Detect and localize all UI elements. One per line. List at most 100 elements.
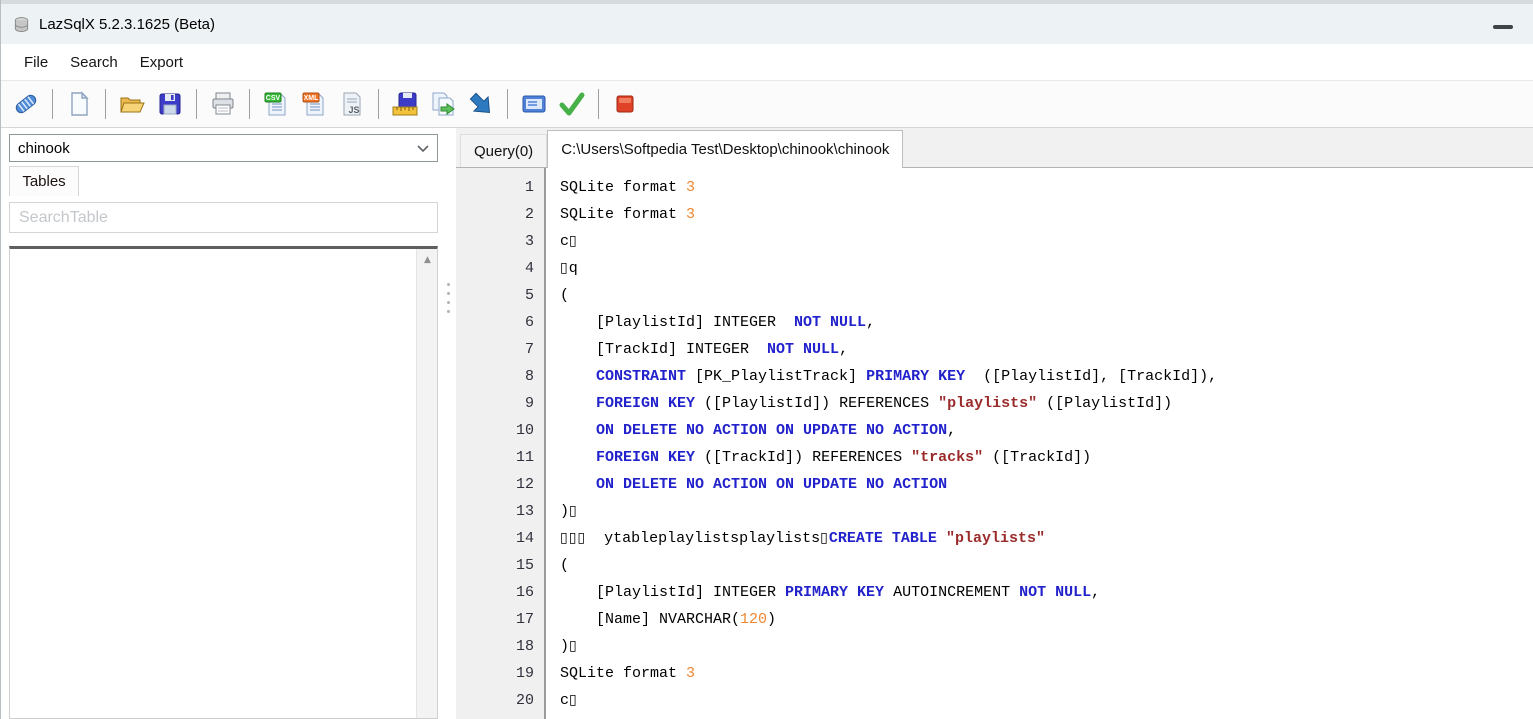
print-button[interactable] <box>207 88 239 120</box>
main-area: chinook Tables ▲ Query(0) C:\Users\Softp… <box>1 128 1533 719</box>
menubar: File Search Export <box>1 44 1533 80</box>
menu-export[interactable]: Export <box>129 50 194 75</box>
line-number: 4 <box>456 255 546 282</box>
toolbar-separator <box>378 89 379 119</box>
list-scrollbar[interactable]: ▲ <box>416 249 437 718</box>
print-icon <box>209 90 237 118</box>
execute-check-icon <box>558 90 586 118</box>
code-text: SQLite format 3 <box>546 174 695 201</box>
save-design-button[interactable] <box>389 88 421 120</box>
code-text: ( <box>546 282 569 309</box>
code-line: 7 [TrackId] INTEGER NOT NULL, <box>456 336 1533 363</box>
svg-text:XML: XML <box>304 95 320 102</box>
scroll-up-icon[interactable]: ▲ <box>417 255 438 265</box>
code-text: [TrackId] INTEGER NOT NULL, <box>546 336 848 363</box>
minimize-button[interactable] <box>1493 25 1513 29</box>
code-line: 18)▯ <box>456 633 1533 660</box>
line-number: 14 <box>456 525 546 552</box>
line-number: 21 <box>456 714 546 719</box>
show-panel-button[interactable] <box>518 88 550 120</box>
code-text: ▯▯▯ ytableplaylistsplaylists▯CREATE TABL… <box>546 525 1045 552</box>
stop-button[interactable] <box>609 88 641 120</box>
line-number: 18 <box>456 633 546 660</box>
code-text: ▯ <box>546 714 569 719</box>
tab-query[interactable]: Query(0) <box>460 134 547 167</box>
line-number: 10 <box>456 417 546 444</box>
export-json-button[interactable]: JS <box>336 88 368 120</box>
export-csv-icon: CSV <box>262 90 290 118</box>
code-text: [PlaylistId] INTEGER PRIMARY KEY AUTOINC… <box>546 579 1100 606</box>
code-line: 13)▯ <box>456 498 1533 525</box>
code-line: 9 FOREIGN KEY ([PlaylistId]) REFERENCES … <box>456 390 1533 417</box>
app-database-icon <box>13 16 30 33</box>
search-table-input[interactable] <box>9 202 438 233</box>
connect-icon <box>12 90 40 118</box>
connect-button[interactable] <box>10 88 42 120</box>
toolbar: CSV XML JS <box>1 80 1533 128</box>
code-text: c▯ <box>546 687 578 714</box>
code-line: 1SQLite format 3 <box>456 174 1533 201</box>
code-text: c▯ <box>546 228 578 255</box>
export-xml-button[interactable]: XML <box>298 88 330 120</box>
table-list[interactable]: ▲ <box>9 246 438 719</box>
line-number: 12 <box>456 471 546 498</box>
code-line: 16 [PlaylistId] INTEGER PRIMARY KEY AUTO… <box>456 579 1533 606</box>
save-design-icon <box>391 90 419 118</box>
line-number: 9 <box>456 390 546 417</box>
code-line: 5( <box>456 282 1533 309</box>
tab-file-path[interactable]: C:\Users\Softpedia Test\Desktop\chinook\… <box>547 130 903 168</box>
database-select[interactable]: chinook <box>9 134 438 162</box>
tab-tables[interactable]: Tables <box>9 166 79 196</box>
open-folder-button[interactable] <box>116 88 148 120</box>
line-number: 7 <box>456 336 546 363</box>
new-file-icon <box>65 90 93 118</box>
line-number: 6 <box>456 309 546 336</box>
toolbar-separator <box>598 89 599 119</box>
line-number: 13 <box>456 498 546 525</box>
sql-editor[interactable]: 1SQLite format 32SQLite format 33c▯4▯q5(… <box>456 168 1533 719</box>
save-button[interactable] <box>154 88 186 120</box>
code-text: FOREIGN KEY ([TrackId]) REFERENCES "trac… <box>546 444 1091 471</box>
code-line: 21▯ <box>456 714 1533 719</box>
code-text: SQLite format 3 <box>546 201 695 228</box>
editor-pane: Query(0) C:\Users\Softpedia Test\Desktop… <box>456 128 1533 719</box>
code-line: 15( <box>456 552 1533 579</box>
code-text: CONSTRAINT [PK_PlaylistTrack] PRIMARY KE… <box>546 363 1217 390</box>
toolbar-separator <box>196 89 197 119</box>
chevron-down-icon <box>417 140 429 157</box>
line-number: 1 <box>456 174 546 201</box>
code-text: )▯ <box>546 633 578 660</box>
code-line: 8 CONSTRAINT [PK_PlaylistTrack] PRIMARY … <box>456 363 1533 390</box>
copy-query-button[interactable] <box>427 88 459 120</box>
titlebar: LazSqlX 5.2.3.1625 (Beta) <box>1 0 1533 44</box>
code-text: [Name] NVARCHAR(120) <box>546 606 776 633</box>
new-file-button[interactable] <box>63 88 95 120</box>
code-line: 19SQLite format 3 <box>456 660 1533 687</box>
line-number: 2 <box>456 201 546 228</box>
panel-splitter[interactable] <box>441 128 456 719</box>
svg-text:CSV: CSV <box>266 95 281 102</box>
splitter-grip-icon <box>447 283 450 286</box>
execute-check-button[interactable] <box>556 88 588 120</box>
code-line: 10 ON DELETE NO ACTION ON UPDATE NO ACTI… <box>456 417 1533 444</box>
code-text: SQLite format 3 <box>546 660 695 687</box>
export-json-icon: JS <box>338 90 366 118</box>
copy-query-icon <box>429 90 457 118</box>
open-folder-icon <box>118 90 146 118</box>
export-csv-button[interactable]: CSV <box>260 88 292 120</box>
stop-icon <box>611 90 639 118</box>
code-text: ON DELETE NO ACTION ON UPDATE NO ACTION, <box>546 417 956 444</box>
menu-search[interactable]: Search <box>59 50 129 75</box>
show-panel-icon <box>520 90 548 118</box>
toolbar-separator <box>249 89 250 119</box>
line-number: 8 <box>456 363 546 390</box>
code-line: 11 FOREIGN KEY ([TrackId]) REFERENCES "t… <box>456 444 1533 471</box>
line-number: 15 <box>456 552 546 579</box>
line-number: 11 <box>456 444 546 471</box>
run-arrow-button[interactable] <box>465 88 497 120</box>
code-line: 12 ON DELETE NO ACTION ON UPDATE NO ACTI… <box>456 471 1533 498</box>
menu-file[interactable]: File <box>13 50 59 75</box>
save-icon <box>156 90 184 118</box>
code-text: [PlaylistId] INTEGER NOT NULL, <box>546 309 875 336</box>
run-arrow-icon <box>467 90 495 118</box>
